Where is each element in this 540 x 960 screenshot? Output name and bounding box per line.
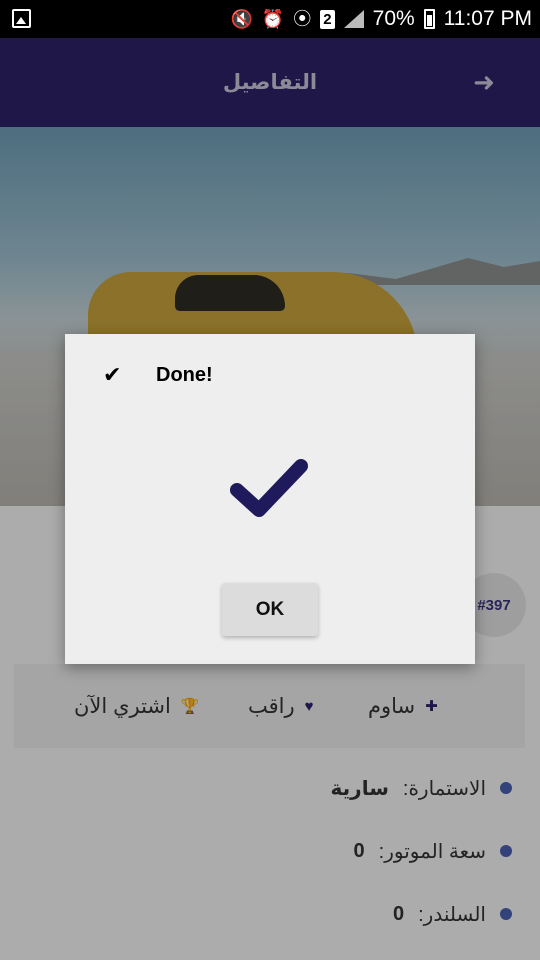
battery-icon xyxy=(423,9,435,29)
status-bar: 🔇 ⏰ ⦿ 2 70% 11:07 PM xyxy=(0,0,540,38)
mute-icon: 🔇 xyxy=(230,9,253,29)
status-icons: 🔇 ⏰ ⦿ 2 70% 11:07 PM xyxy=(230,0,532,38)
checkmark-icon: ✔ xyxy=(103,362,122,387)
success-dialog: ✔ Done! OK xyxy=(65,334,475,664)
success-checkmark-icon xyxy=(230,459,308,517)
image-icon xyxy=(12,9,31,28)
ok-button[interactable]: OK xyxy=(222,583,318,636)
sim-badge: 2 xyxy=(320,9,335,29)
battery-percent: 70% xyxy=(372,7,415,30)
hotspot-icon: ⦿ xyxy=(293,9,312,29)
dialog-title: Done! xyxy=(156,364,213,386)
signal-icon xyxy=(343,10,364,28)
alarm-icon: ⏰ xyxy=(261,9,285,29)
clock: 11:07 PM xyxy=(443,7,532,30)
